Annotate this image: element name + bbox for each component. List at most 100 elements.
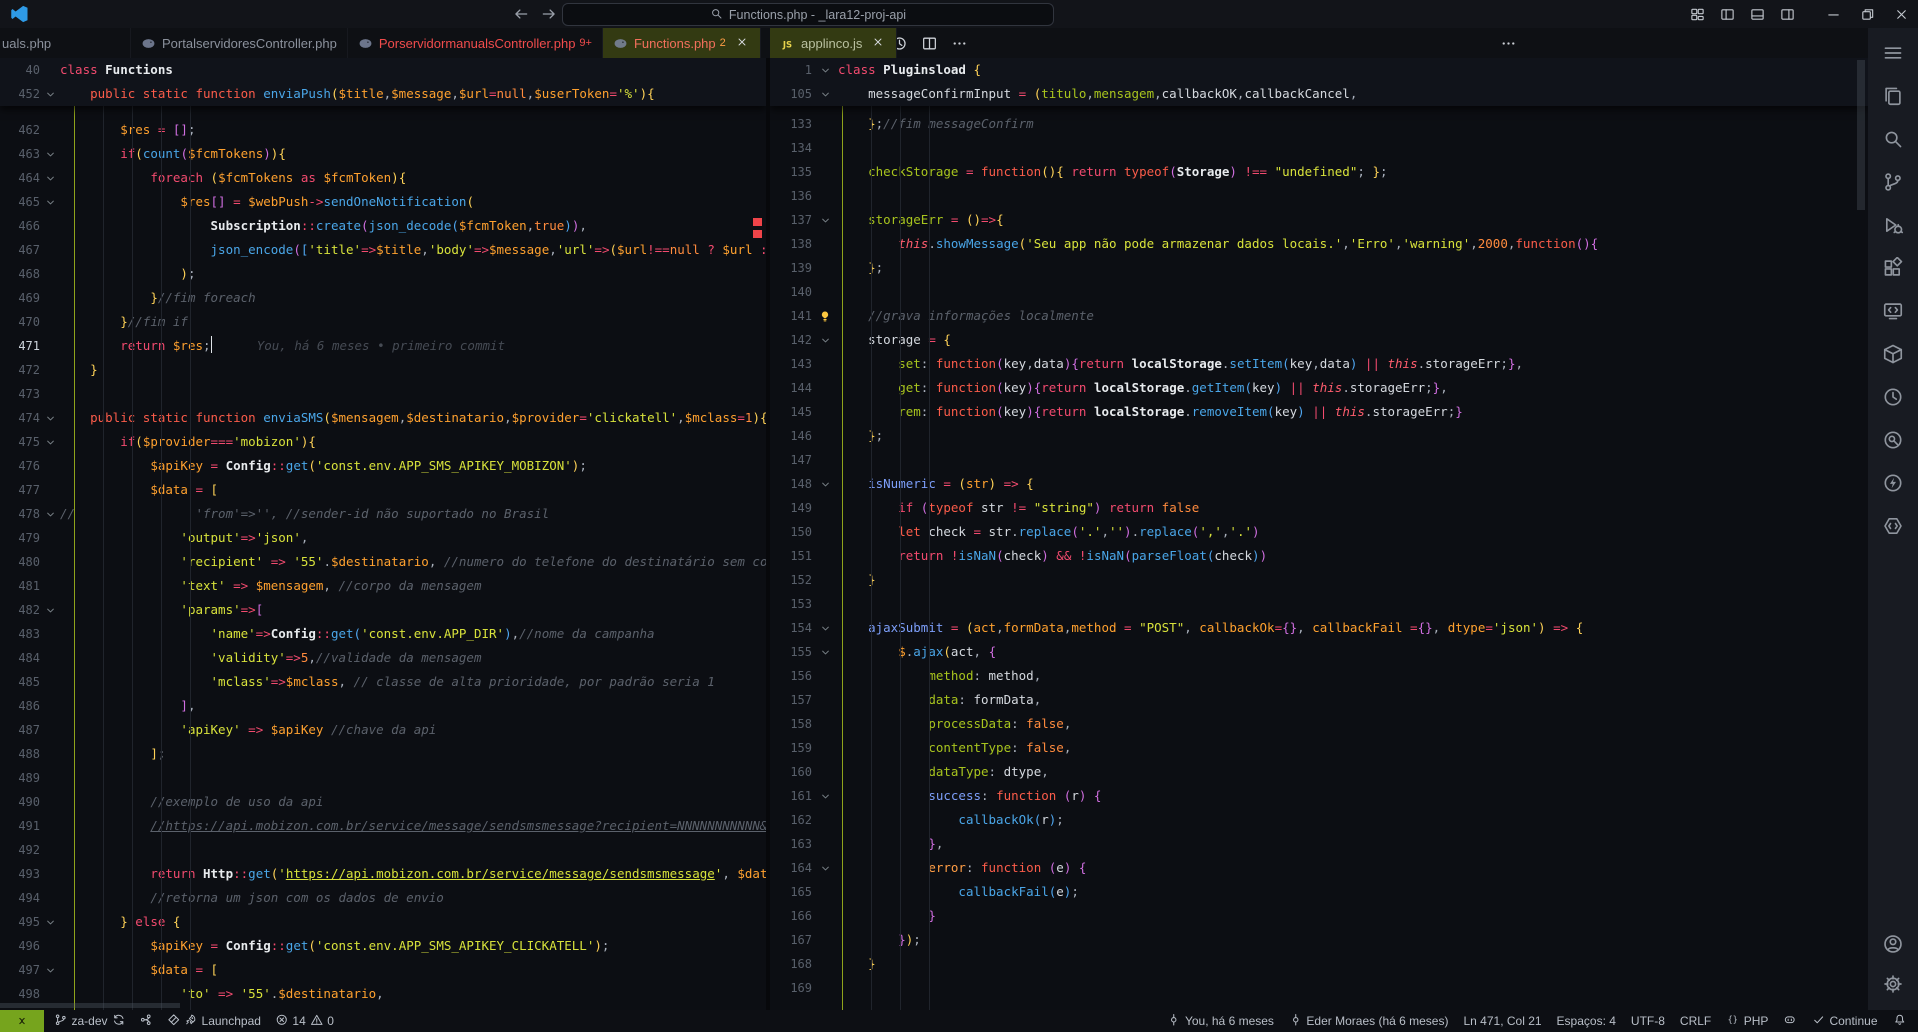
status-php[interactable]: {}PHP bbox=[1726, 1013, 1768, 1030]
code-text[interactable]: } else { bbox=[60, 910, 180, 934]
code-text[interactable]: Subscription::create(json_decode($fcmTok… bbox=[60, 214, 587, 238]
code-text[interactable]: ); bbox=[60, 262, 195, 286]
code-text[interactable]: foreach ($fcmTokens as $fcmToken){ bbox=[60, 166, 406, 190]
fold-chevron-down-icon[interactable] bbox=[812, 58, 838, 82]
status-you-h-6-meses[interactable]: You, há 6 meses bbox=[1167, 1013, 1273, 1030]
customize-layout-icon[interactable] bbox=[1682, 0, 1712, 28]
status-eder-moraes-h-6-meses-[interactable]: Eder Moraes (há 6 meses) bbox=[1289, 1013, 1449, 1030]
code-text[interactable]: $res = []; bbox=[60, 118, 196, 142]
status-za-dev[interactable]: za-dev bbox=[54, 1013, 125, 1030]
fold-chevron-down-icon[interactable] bbox=[40, 142, 60, 166]
layout-panel-icon[interactable] bbox=[1742, 0, 1772, 28]
fold-chevron-down-icon[interactable] bbox=[812, 82, 838, 106]
code-text[interactable]: }//fim if bbox=[60, 310, 188, 334]
status-espa-os-4[interactable]: Espaços: 4 bbox=[1557, 1014, 1616, 1028]
status-launchpad[interactable]: Launchpad bbox=[167, 1013, 261, 1030]
activity-remote-explorer-icon[interactable] bbox=[1882, 300, 1904, 322]
code-text[interactable]: 'validity'=>5,//validade da mensagem bbox=[60, 646, 481, 670]
code-text[interactable]: $.ajax(act, { bbox=[838, 640, 996, 664]
code-text[interactable]: 'apiKey' => $apiKey //chave da api bbox=[60, 718, 436, 742]
tab-PortalservidoresController.php[interactable]: PortalservidoresController.php bbox=[131, 28, 348, 58]
status-utf-8[interactable]: UTF-8 bbox=[1631, 1014, 1665, 1028]
activity-history-circle-icon[interactable] bbox=[1882, 386, 1904, 408]
code-text[interactable]: return Http::get('https://api.mobizon.co… bbox=[60, 862, 766, 886]
code-text[interactable]: processData: false, bbox=[838, 712, 1071, 736]
code-text[interactable]: class Pluginsload { bbox=[838, 58, 981, 82]
fold-chevron-down-icon[interactable] bbox=[40, 502, 60, 526]
nav-forward-icon[interactable] bbox=[540, 5, 558, 23]
code-text[interactable]: dataType: dtype, bbox=[838, 760, 1049, 784]
code-text[interactable]: //https://api.mobizon.com.br/service/mes… bbox=[60, 814, 766, 838]
code-text[interactable]: };//fim messageConfirm bbox=[838, 112, 1034, 136]
status-copilot[interactable] bbox=[1783, 1013, 1797, 1030]
code-text[interactable]: }); bbox=[838, 928, 921, 952]
editor-sash[interactable] bbox=[766, 58, 770, 1010]
code-text[interactable]: storageErr = ()=>{ bbox=[838, 208, 1004, 232]
code-text[interactable]: if(count($fcmTokens)){ bbox=[60, 142, 286, 166]
code-text[interactable]: data: formData, bbox=[838, 688, 1041, 712]
activity-container-icon[interactable] bbox=[1882, 343, 1904, 365]
fold-chevron-down-icon[interactable] bbox=[812, 472, 838, 496]
restore-icon[interactable] bbox=[1850, 0, 1884, 28]
editor-right[interactable]: 132 })133 };//fim messageConfirm134135 c… bbox=[770, 58, 1868, 1010]
code-text[interactable]: 'mclass'=>$mclass, // classe de alta pri… bbox=[60, 670, 715, 694]
fold-chevron-down-icon[interactable] bbox=[812, 208, 838, 232]
code-text[interactable]: }; bbox=[838, 256, 883, 280]
code-text[interactable]: let check = str.replace('.','').replace(… bbox=[838, 520, 1260, 544]
code-text[interactable]: // 'from'=>'', //sender-id não suportado… bbox=[60, 502, 549, 526]
more-actions-icon[interactable] bbox=[1500, 35, 1517, 52]
fold-chevron-down-icon[interactable] bbox=[812, 784, 838, 808]
fold-chevron-down-icon[interactable] bbox=[40, 190, 60, 214]
fold-chevron-down-icon[interactable] bbox=[40, 958, 60, 982]
activity-extensions-icon[interactable] bbox=[1882, 257, 1904, 279]
activity-run-debug-icon[interactable] bbox=[1882, 214, 1904, 236]
command-center-search[interactable]: Functions.php - _lara12-proj-api bbox=[562, 3, 1054, 26]
code-text[interactable]: //retorna um json com os dados de envio bbox=[60, 886, 444, 910]
code-text[interactable]: //exemplo de uso da api bbox=[60, 790, 323, 814]
code-text[interactable]: ], bbox=[60, 694, 195, 718]
code-text[interactable]: callbackFail(e); bbox=[838, 880, 1079, 904]
code-text[interactable]: if (typeof str != "string") return false bbox=[838, 496, 1199, 520]
fold-chevron-down-icon[interactable] bbox=[812, 856, 838, 880]
activity-search-icon[interactable] bbox=[1882, 128, 1904, 150]
code-text[interactable]: }//fim foreach bbox=[60, 286, 256, 310]
code-text[interactable]: storage = { bbox=[838, 328, 951, 352]
code-text[interactable]: $apiKey = Config::get('const.env.APP_SMS… bbox=[60, 454, 587, 478]
layout-sidebar-left-icon[interactable] bbox=[1712, 0, 1742, 28]
vertical-scrollbar[interactable] bbox=[1857, 60, 1865, 210]
status-crlf[interactable]: CRLF bbox=[1680, 1014, 1711, 1028]
code-text[interactable]: rem: function(key){return localStorage.r… bbox=[838, 400, 1463, 424]
fold-chevron-down-icon[interactable] bbox=[812, 616, 838, 640]
fold-chevron-down-icon[interactable] bbox=[40, 430, 60, 454]
fold-chevron-down-icon[interactable] bbox=[812, 640, 838, 664]
code-text[interactable]: class Functions bbox=[60, 58, 173, 82]
tab-uals.php[interactable]: uals.php bbox=[0, 28, 131, 58]
code-text[interactable]: error: function (e) { bbox=[838, 856, 1086, 880]
minimize-icon[interactable] bbox=[1816, 0, 1850, 28]
code-text[interactable]: ]; bbox=[60, 742, 165, 766]
code-text[interactable]: 'recipient' => '55'.$destinatario, //num… bbox=[60, 550, 766, 574]
close-icon[interactable] bbox=[1884, 0, 1918, 28]
fold-chevron-down-icon[interactable] bbox=[40, 910, 60, 934]
editor-left[interactable]: 462 $res = [];463 if(count($fcmTokens)){… bbox=[0, 58, 766, 1010]
fold-chevron-down-icon[interactable] bbox=[812, 328, 838, 352]
activity-hexagon-icon[interactable] bbox=[1882, 515, 1904, 537]
code-text[interactable]: isNumeric = (str) => { bbox=[838, 472, 1034, 496]
tab-applinco.js[interactable]: JSapplinco.js bbox=[770, 28, 897, 58]
activity-files-icon[interactable] bbox=[1882, 85, 1904, 107]
lightbulb-icon[interactable] bbox=[812, 304, 838, 328]
code-text[interactable]: $res[] = $webPush->sendOneNotification( bbox=[60, 190, 474, 214]
code-text[interactable]: 'text' => $mensagem, //corpo da mensagem bbox=[60, 574, 481, 598]
activity-scm-icon[interactable] bbox=[1882, 171, 1904, 193]
code-text[interactable]: }, bbox=[838, 832, 943, 856]
code-text[interactable]: } bbox=[838, 904, 936, 928]
code-text[interactable]: } bbox=[838, 568, 876, 592]
code-text[interactable]: $apiKey = Config::get('const.env.APP_SMS… bbox=[60, 934, 609, 958]
code-text[interactable]: messageConfirmInput = (titulo,mensagem,c… bbox=[838, 82, 1357, 106]
code-text[interactable]: checkStorage = function(){ return typeof… bbox=[838, 160, 1388, 184]
code-text[interactable]: contentType: false, bbox=[838, 736, 1071, 760]
code-text[interactable]: method: method, bbox=[838, 664, 1041, 688]
status-continue[interactable]: Continue bbox=[1812, 1013, 1878, 1030]
code-text[interactable]: 'name'=>Config::get('const.env.APP_DIR')… bbox=[60, 622, 655, 646]
fold-chevron-down-icon[interactable] bbox=[40, 166, 60, 190]
